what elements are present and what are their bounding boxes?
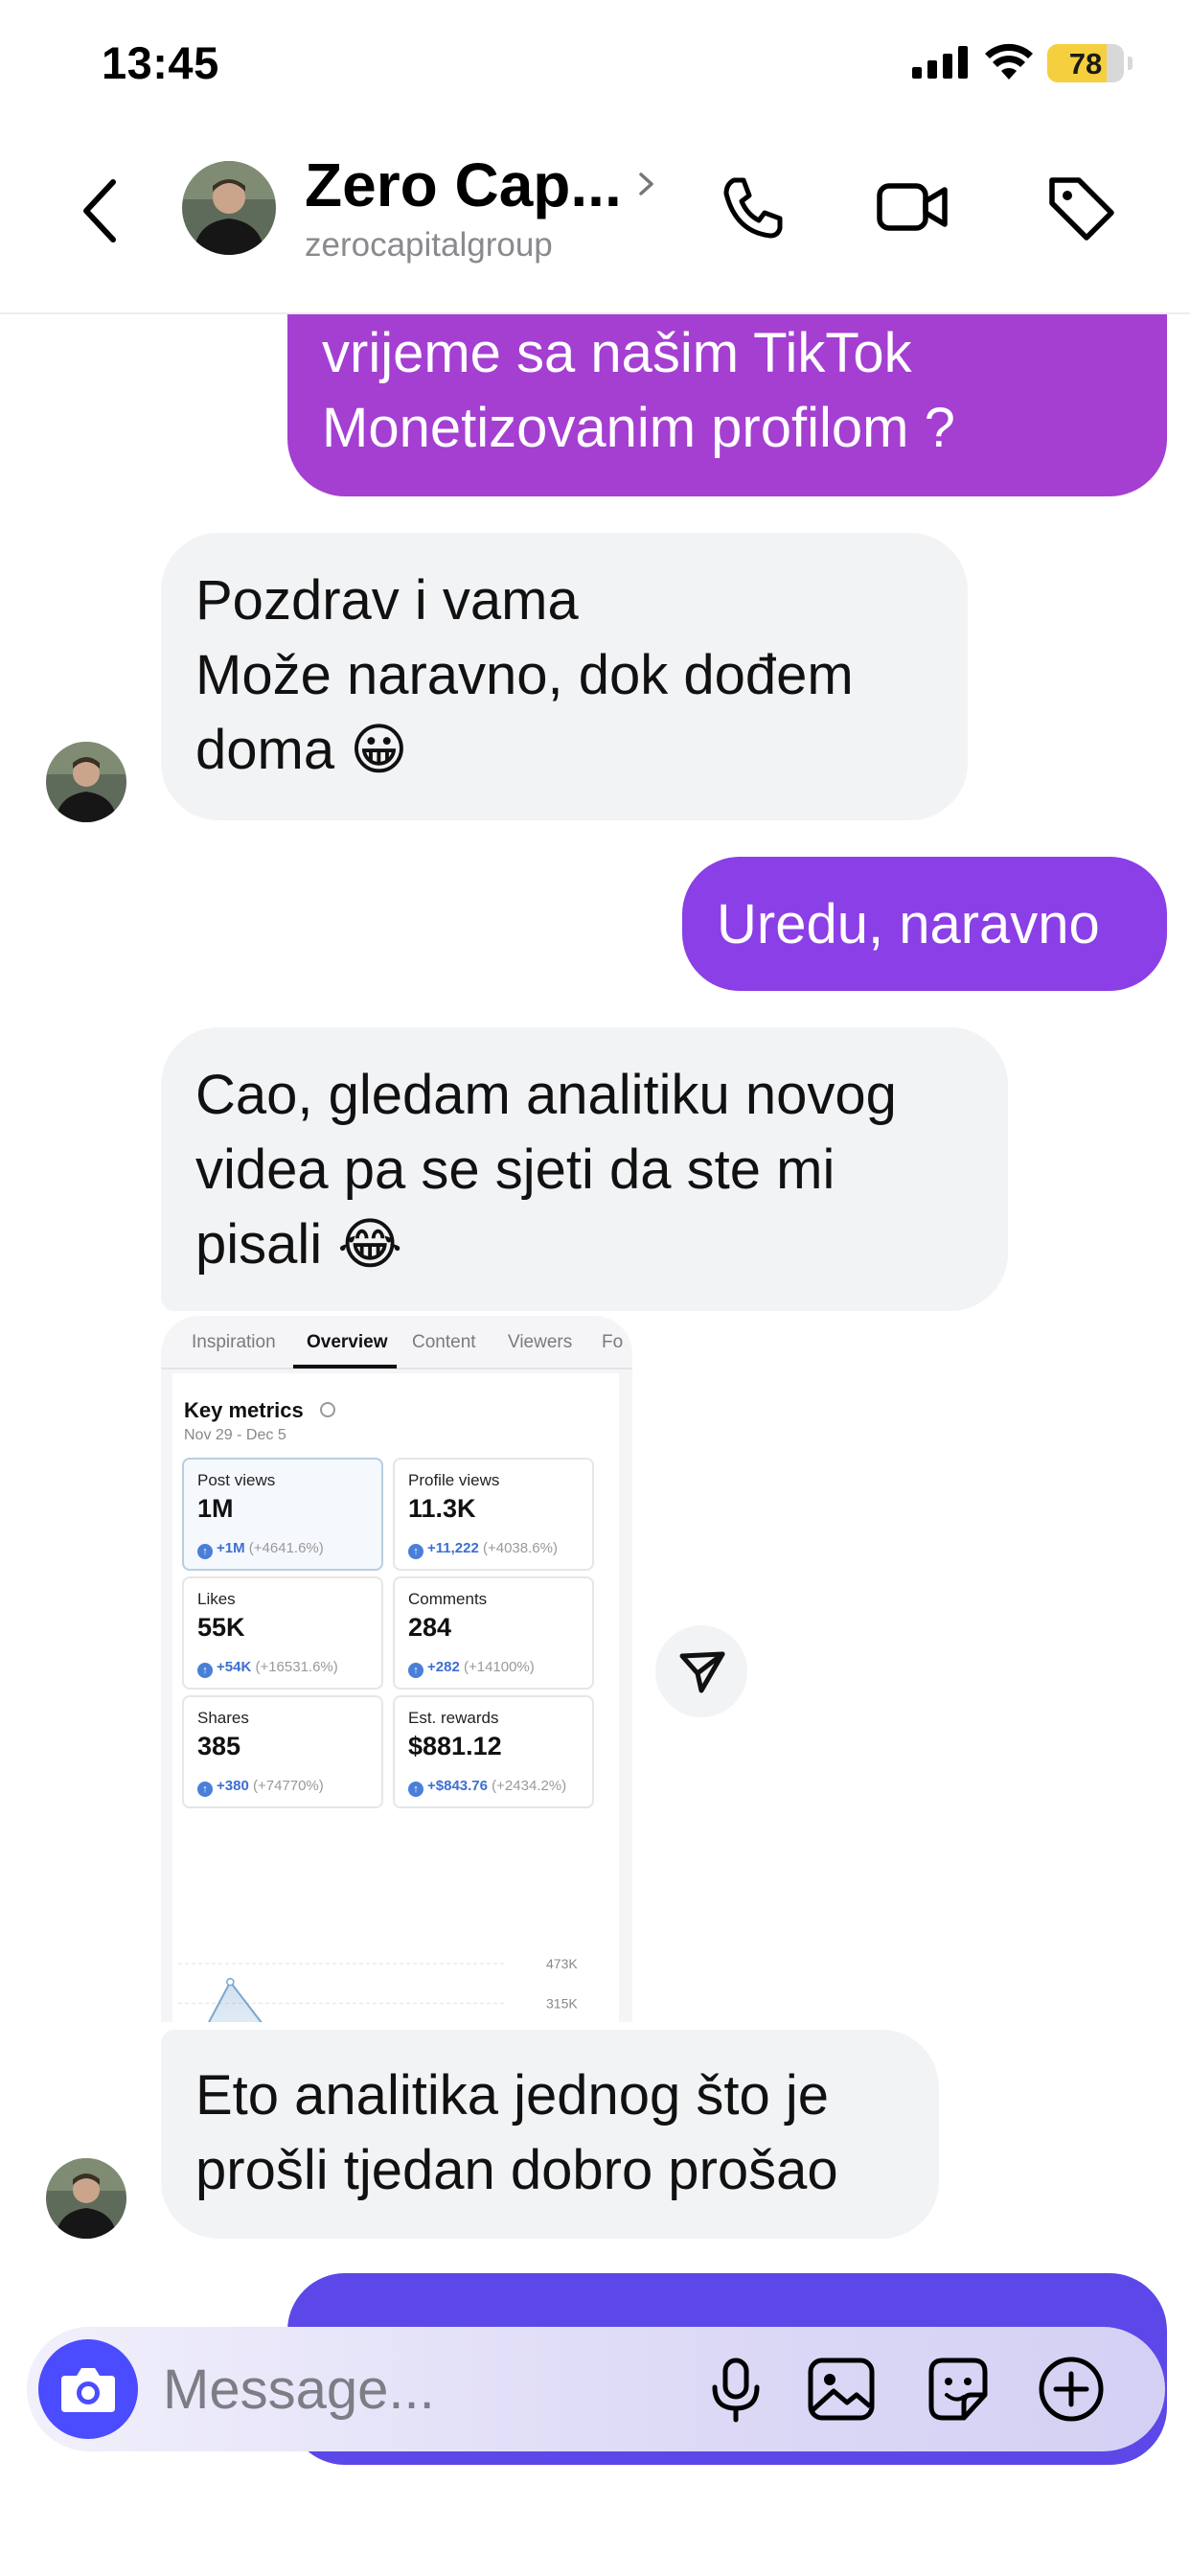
message-outgoing[interactable]: vrijeme sa našim TikTok Monetizovanim pr… (287, 288, 1167, 496)
chevron-right-icon[interactable] (634, 165, 659, 203)
message-text: pisali 😂 (195, 1213, 403, 1276)
battery-percent: 78 (1068, 47, 1103, 80)
chart-point (226, 1977, 235, 1987)
contact-username[interactable]: zerocapitalgroup (305, 226, 553, 264)
views-chart: 473K315K157KNov 29Dec 5 (178, 1956, 578, 2022)
share-button[interactable] (655, 1625, 747, 1717)
chart-area (209, 1982, 262, 2022)
phone-icon[interactable] (715, 169, 791, 245)
camera-button[interactable] (38, 2339, 138, 2439)
active-tab-indicator (293, 1365, 397, 1368)
message-text: prošli tjedan dobro prošao (195, 2139, 838, 2201)
message-text: Monetizovanim profilom ? (322, 397, 955, 459)
message-text: vrijeme sa našim TikTok (322, 322, 912, 384)
back-icon[interactable] (77, 172, 125, 249)
status-time: 13:45 (102, 37, 219, 88)
chart-y-tick-label: 315K (546, 1995, 578, 2011)
message-input[interactable]: Message... (163, 2358, 435, 2422)
key-metrics-panel: Key metrics Nov 29 - Dec 5 Post views 1M… (172, 1373, 619, 2022)
wifi-icon (985, 43, 1033, 80)
message-outgoing[interactable]: Uredu, naravno (682, 857, 1167, 991)
avatar[interactable] (182, 161, 276, 255)
message-incoming[interactable]: Eto analitika jednog što je prošli tjeda… (161, 2030, 939, 2239)
cellular-signal-icon (912, 46, 968, 79)
tab-followers: Fo (602, 1332, 624, 1352)
message-text: videa pa se sjeti da ste mi (195, 1138, 835, 1201)
message-text: Eto analitika jednog što je (195, 2064, 829, 2127)
send-icon (679, 1651, 725, 1693)
microphone-icon[interactable] (699, 2353, 772, 2426)
tab-overview: Overview (307, 1332, 388, 1352)
battery-indicator: 78 (1047, 44, 1133, 82)
message-incoming[interactable]: Cao, gledam analitiku novog videa pa se … (161, 1027, 1008, 1311)
analytics-screenshot[interactable]: Inspiration Overview Content Viewers Fo … (161, 1316, 632, 2022)
sticker-icon[interactable] (922, 2353, 995, 2426)
analytics-tabs: Inspiration Overview Content Viewers Fo (161, 1316, 632, 1369)
message-incoming[interactable]: Pozdrav i vama Može naravno, dok dođem d… (161, 533, 968, 820)
message-text: Može naravno, dok dođem (195, 644, 854, 706)
tag-icon[interactable] (1042, 169, 1119, 245)
plus-icon[interactable] (1035, 2353, 1108, 2426)
avatar[interactable] (46, 2158, 126, 2239)
message-composer: Message... (27, 2327, 1165, 2451)
message-text: doma 😀 (195, 719, 408, 781)
chart-y-tick-label: 473K (546, 1956, 578, 1971)
gallery-icon[interactable] (805, 2353, 878, 2426)
avatar[interactable] (46, 742, 126, 822)
contact-name[interactable]: Zero Cap... (305, 150, 622, 220)
camera-icon (61, 2368, 115, 2412)
status-bar: 13:45 78 (0, 0, 1190, 134)
chat-header: Zero Cap... zerocapitalgroup (0, 134, 1190, 314)
video-icon[interactable] (874, 169, 950, 245)
tab-viewers: Viewers (508, 1332, 573, 1352)
tab-inspiration: Inspiration (192, 1332, 276, 1352)
message-text: Uredu, naravno (717, 893, 1100, 955)
tab-content: Content (412, 1332, 476, 1352)
message-text: Pozdrav i vama (195, 569, 579, 632)
message-text: Cao, gledam analitiku novog (195, 1064, 897, 1126)
